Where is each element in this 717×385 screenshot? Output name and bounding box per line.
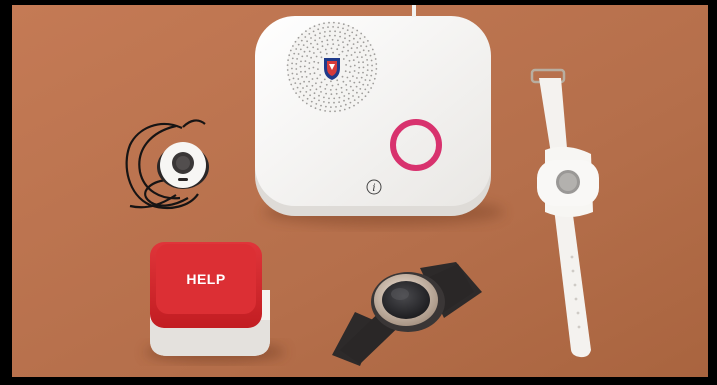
product-photo: i HELP	[0, 0, 717, 380]
base-station: i	[255, 5, 504, 226]
info-label: i	[372, 183, 375, 194]
help-label: HELP	[186, 271, 225, 287]
